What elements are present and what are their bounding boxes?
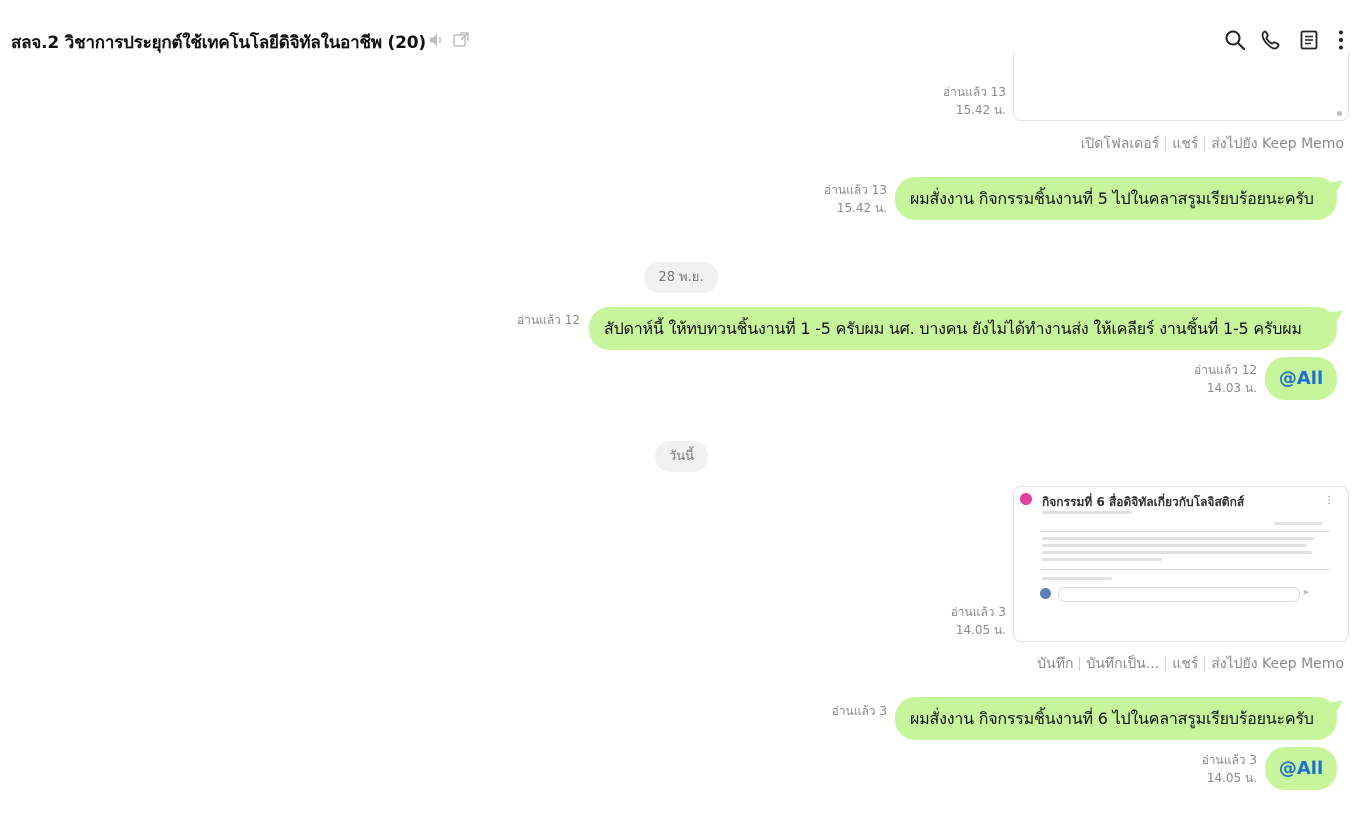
thumbnail-line — [1042, 551, 1312, 554]
message-meta: อ่านแล้ว 3 — [832, 702, 887, 720]
save-button[interactable]: บันทึก — [1037, 653, 1073, 675]
message-bubble[interactable]: ผมสั่งงาน กิจกรรมชิ้นงานที่ 5 ไปในคลาสรู… — [895, 177, 1337, 220]
save-as-button[interactable]: บันทึกเป็น... — [1086, 653, 1159, 675]
thumbnail-line — [1042, 577, 1112, 580]
timestamp: 15.42 น. — [955, 103, 1006, 117]
message-meta: อ่านแล้ว 3 14.05 น. — [1202, 751, 1257, 787]
timestamp: 15.42 น. — [836, 201, 887, 215]
keep-memo-button[interactable]: ส่งไปยัง Keep Memo — [1211, 653, 1344, 675]
divider — [1165, 657, 1167, 671]
image-thumbnail[interactable]: กิจกรรมที่ 6 สื่อดิจิทัลเกี่ยวกับโลจิสติ… — [1013, 486, 1349, 642]
external-window-icon[interactable] — [452, 31, 470, 49]
more-icon[interactable] — [1330, 29, 1352, 51]
read-receipt: อ่านแล้ว 12 — [516, 313, 580, 327]
date-separator: วันนี้ — [655, 441, 708, 472]
divider — [1204, 657, 1206, 671]
message-meta: อ่านแล้ว 13 15.42 น. — [943, 83, 1006, 119]
thumbnail-line — [1042, 544, 1307, 547]
mention-all-bubble[interactable]: @All — [1265, 747, 1337, 790]
share-button[interactable]: แชร์ — [1172, 133, 1198, 155]
share-button[interactable]: แชร์ — [1172, 653, 1198, 675]
thumbnail-title: กิจกรรมที่ 6 สื่อดิจิทัลเกี่ยวกับโลจิสติ… — [1042, 495, 1245, 509]
message-meta: อ่านแล้ว 13 15.42 น. — [824, 181, 887, 217]
read-receipt: อ่านแล้ว 3 — [831, 704, 887, 718]
thumbnail-comment-box — [1058, 587, 1300, 602]
thumbnail-divider — [1040, 569, 1330, 570]
open-folder-button[interactable]: เปิดโฟลเดอร์ — [1081, 133, 1160, 155]
notes-icon[interactable] — [1298, 29, 1320, 51]
date-separator: 28 พ.ย. — [644, 262, 718, 293]
message-bubble[interactable]: สัปดาห์นี้ ให้ทบทวนชิ้นงานที่ 1 -5 ครับผ… — [589, 307, 1337, 350]
image-actions: บันทึก บันทึกเป็น... แชร์ ส่งไปยัง Keep … — [1037, 653, 1344, 675]
file-actions: เปิดโฟลเดอร์ แชร์ ส่งไปยัง Keep Memo — [1081, 133, 1344, 155]
divider — [1079, 657, 1081, 671]
read-receipt: อ่านแล้ว 13 — [823, 183, 887, 197]
search-icon[interactable] — [1224, 29, 1246, 51]
phone-icon[interactable] — [1260, 29, 1282, 51]
timestamp: 14.05 น. — [1206, 771, 1257, 785]
keep-memo-button[interactable]: ส่งไปยัง Keep Memo — [1211, 133, 1344, 155]
thumbnail-line — [1042, 511, 1132, 514]
send-icon: ➤ — [1302, 588, 1310, 598]
message-bubble[interactable]: ผมสั่งงาน กิจกรรมชิ้นงานที่ 6 ไปในคลาสรู… — [895, 697, 1337, 740]
timestamp: 14.05 น. — [955, 623, 1006, 637]
chat-title[interactable]: สลจ.2 วิชาการประยุกต์ใช้เทคโนโลยีดิจิทัล… — [11, 29, 426, 56]
read-receipt: อ่านแล้ว 13 — [942, 85, 1006, 99]
thumbnail-divider — [1040, 531, 1330, 532]
file-card[interactable] — [1013, 52, 1349, 121]
thumbnail-line — [1274, 522, 1322, 525]
mention-all-bubble[interactable]: @All — [1265, 357, 1337, 400]
message-meta: อ่านแล้ว 12 — [517, 311, 580, 329]
read-receipt: อ่านแล้ว 12 — [1193, 363, 1257, 377]
card-scroll-indicator — [1337, 111, 1342, 116]
message-meta: อ่านแล้ว 3 14.05 น. — [951, 603, 1006, 639]
classroom-icon — [1020, 493, 1032, 505]
timestamp: 14.03 น. — [1206, 381, 1257, 395]
mute-icon — [428, 31, 446, 49]
avatar — [1040, 588, 1051, 599]
read-receipt: อ่านแล้ว 3 — [950, 605, 1006, 619]
message-meta: อ่านแล้ว 12 14.03 น. — [1194, 361, 1257, 397]
thumbnail-line — [1042, 558, 1162, 561]
thumbnail-more-icon: ⋮ — [1324, 495, 1334, 506]
divider — [1204, 137, 1206, 151]
divider — [1165, 137, 1167, 151]
read-receipt: อ่านแล้ว 3 — [1201, 753, 1257, 767]
thumbnail-line — [1042, 537, 1314, 540]
